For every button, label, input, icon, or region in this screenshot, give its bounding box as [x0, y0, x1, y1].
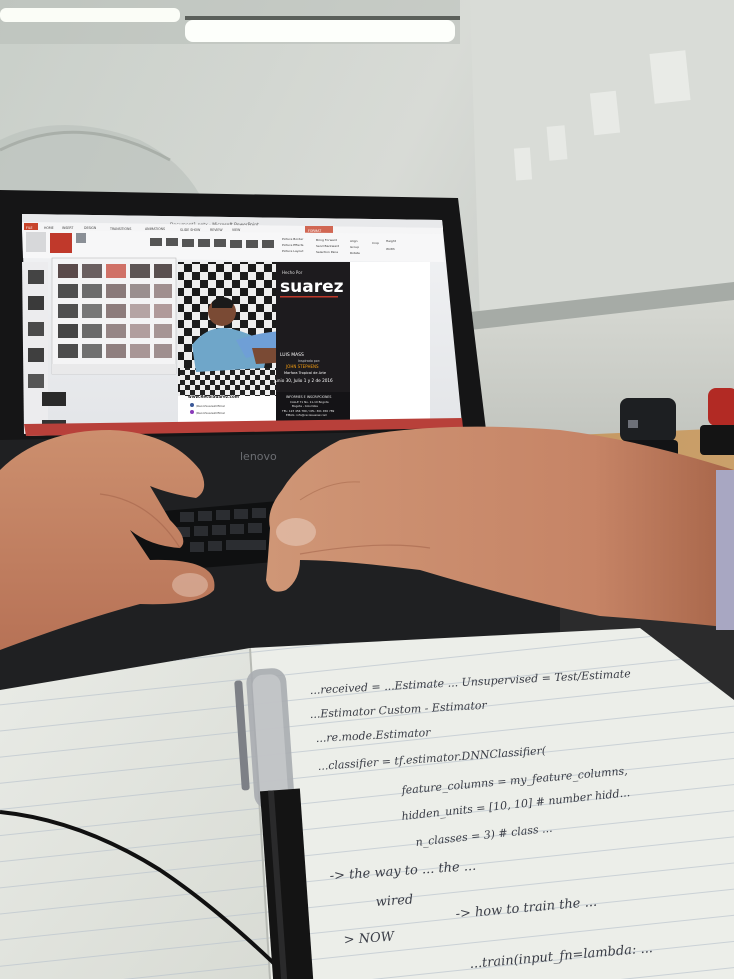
wall-note — [589, 90, 621, 136]
wall-note — [546, 125, 568, 161]
slide-contact-header: INFORMES E INSCRIPCIONES — [286, 395, 331, 399]
ribbon-tab-home[interactable]: HOME — [44, 226, 54, 230]
thumbnail[interactable] — [28, 374, 44, 388]
thumbnail[interactable] — [42, 392, 66, 406]
slide-event-line-3: Marfora Tropical de Arte — [284, 371, 326, 375]
slide-event-line-4: Junio 30, Julio 1 y 2 de 2016 — [273, 378, 333, 383]
cmd-picture-layout[interactable]: Picture Layout — [282, 249, 304, 253]
photo-scene: lenovo Document1.pptx - Microsoft PowerP… — [0, 0, 734, 979]
ribbon-tab-slide-show[interactable]: SLIDE SHOW — [180, 228, 201, 232]
ribbon-tab-animations[interactable]: ANIMATIONS — [145, 227, 165, 231]
slide-name-tag: LUIS MASS — [280, 352, 304, 358]
cmd-height[interactable]: Height — [386, 239, 397, 243]
slide-social-2: /RecoiSuarezOficial — [196, 411, 225, 415]
slide-canvas[interactable]: Hecho Por suarez LUIS MASS Inspirado por… — [178, 262, 430, 422]
wall-note — [513, 147, 533, 181]
cmd-group[interactable]: Group — [350, 245, 359, 249]
instagram-icon — [190, 410, 194, 414]
thumbnail[interactable] — [28, 296, 44, 310]
cmd-picture-effects[interactable]: Picture Effects — [282, 243, 304, 247]
cmd-crop[interactable]: Crop — [372, 241, 379, 245]
ribbon-tab-transitions[interactable]: TRANSITIONS — [109, 227, 131, 231]
slide-website: www.RecoiSuarez.com — [188, 394, 239, 399]
ribbon-tab-design[interactable]: DESIGN — [84, 226, 97, 230]
side-wall — [470, 0, 734, 320]
handwriting-line-9: wired — [375, 892, 413, 910]
cmd-bring-forward[interactable]: Bring Forward — [316, 238, 337, 242]
slide-event-line-1: Inspirado por: — [298, 359, 320, 363]
ribbon-tab-review[interactable]: REVIEW — [210, 228, 223, 232]
thumbnail[interactable] — [28, 348, 44, 362]
ribbon-tab-format[interactable]: FORMAT — [308, 229, 321, 233]
cmd-width[interactable]: Width — [386, 247, 395, 251]
cmd-selection-pane[interactable]: Selection Pane — [316, 250, 338, 254]
wall-note — [649, 50, 691, 104]
thumbnail[interactable] — [28, 270, 44, 284]
picture-styles-gallery[interactable] — [51, 257, 177, 375]
thumbnail[interactable] — [28, 322, 44, 336]
slide-social-1: /RecoiSuarezOficial — [196, 404, 225, 408]
slide-brand-small: Hecho Por — [282, 270, 303, 275]
ribbon-tab-file[interactable]: FILE — [26, 226, 33, 230]
cmd-rotate[interactable]: Rotate — [350, 251, 360, 255]
slide-white-panel — [350, 262, 430, 422]
cmd-align[interactable]: Align — [350, 239, 358, 243]
ribbon-tab-insert[interactable]: INSERT — [62, 226, 73, 230]
cmd-picture-border[interactable]: Picture Border — [282, 237, 304, 241]
laptop-brand: lenovo — [240, 450, 277, 463]
slide-contact-line-2: Bogota - Colombia — [292, 404, 318, 408]
facebook-icon — [190, 403, 194, 407]
slide-event-line-2: JOHN STEPHENS — [285, 364, 319, 369]
photo-svg: lenovo Document1.pptx - Microsoft PowerP… — [0, 0, 734, 979]
cmd-send-backward[interactable]: Send Backward — [316, 244, 339, 248]
shirt-cuff — [716, 470, 734, 630]
slide-brand-big: suarez — [280, 277, 344, 297]
slide-contact-line-4: EMAIL: info@recoisuarez.com — [286, 413, 328, 417]
ribbon-tab-view[interactable]: VIEW — [232, 228, 241, 232]
